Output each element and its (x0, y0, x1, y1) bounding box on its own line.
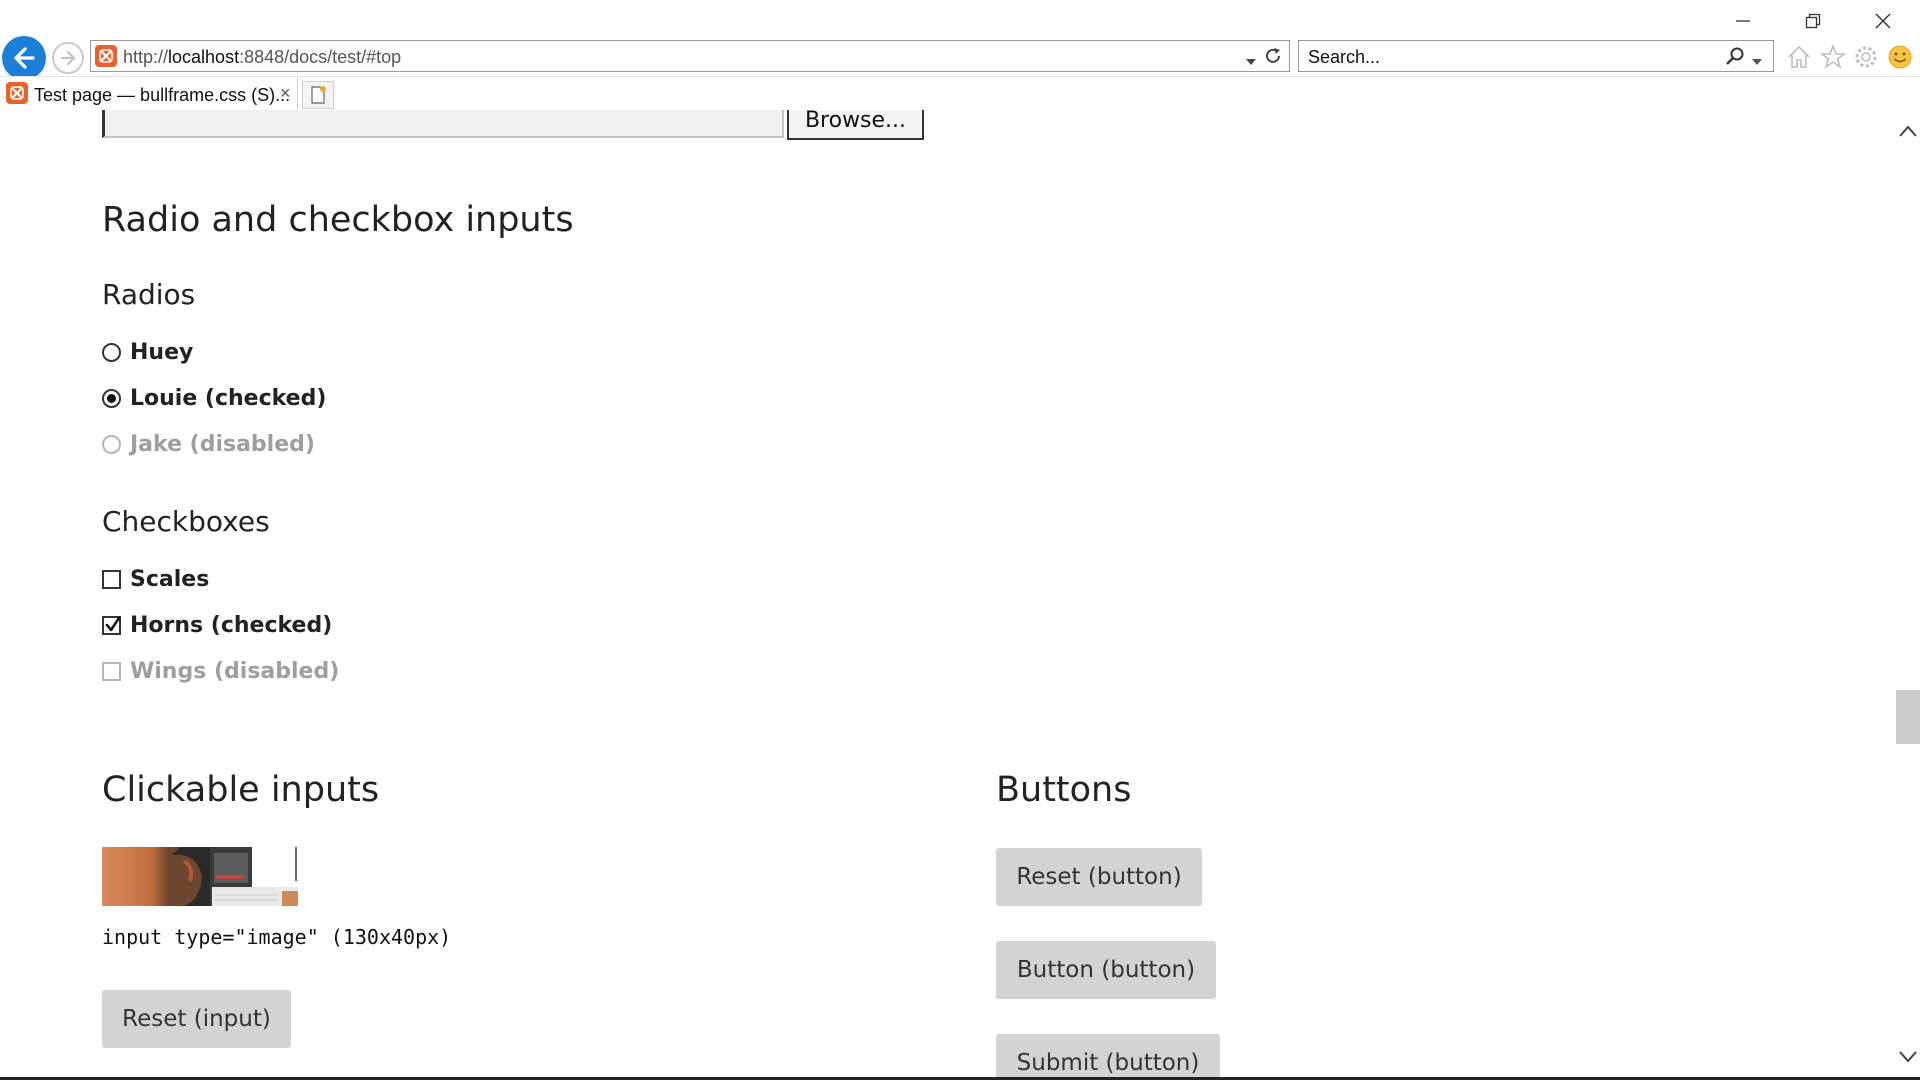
arrow-left-icon (14, 47, 35, 69)
checkmark-icon (105, 616, 121, 631)
address-bar[interactable]: http://localhost:8848/docs/test/#top (90, 40, 1290, 72)
radio-label: Louie (checked) (130, 385, 327, 411)
checkbox-checked[interactable] (102, 615, 121, 635)
radio-button-disabled (102, 434, 121, 454)
refresh-icon[interactable] (1263, 46, 1283, 71)
search-dropdown-icon[interactable] (1751, 53, 1763, 71)
tab-active[interactable]: Test page — bullframe.css (S)... × (0, 77, 298, 111)
back-button[interactable] (2, 36, 46, 80)
site-favicon-icon (95, 45, 117, 67)
checkbox-label: Scales (130, 566, 210, 592)
checkbox-horns[interactable]: Horns (checked) (102, 611, 332, 639)
scrollbar-thumb[interactable] (1896, 690, 1920, 744)
radio-jake: Jake (disabled) (102, 430, 315, 458)
feedback-smiley-icon[interactable] (1885, 42, 1915, 72)
forward-button[interactable] (52, 42, 84, 74)
tab-title: Test page — bullframe.css (S)... (34, 85, 291, 105)
search-icon[interactable] (1725, 46, 1745, 71)
radio-checkbox-heading: Radio and checkbox inputs (102, 200, 574, 240)
button-button[interactable]: Button (button) (996, 941, 1216, 999)
browse-button[interactable]: Browse... (787, 110, 924, 140)
favorites-star-icon[interactable] (1818, 42, 1848, 72)
checkbox-disabled (102, 661, 121, 681)
reset-button[interactable]: Reset (button) (996, 848, 1202, 906)
radios-heading: Radios (102, 278, 196, 311)
radio-button[interactable] (102, 342, 121, 362)
search-box[interactable]: Search... (1298, 40, 1774, 72)
restore-icon[interactable] (1790, 8, 1836, 34)
checkbox-scales[interactable]: Scales (102, 565, 209, 593)
radio-label: Huey (130, 339, 194, 365)
scroll-down-icon[interactable] (1898, 1050, 1918, 1064)
home-icon[interactable] (1784, 42, 1814, 72)
radio-button-checked[interactable] (102, 388, 121, 408)
arrow-right-icon (61, 51, 75, 65)
settings-gear-icon[interactable] (1851, 42, 1881, 72)
vertical-scrollbar[interactable] (1894, 110, 1920, 1080)
checkbox-label: Horns (checked) (130, 612, 333, 638)
search-input[interactable]: Search... (1308, 47, 1380, 68)
browser-chrome: http://localhost:8848/docs/test/#top Sea… (0, 0, 1920, 111)
radio-huey[interactable]: Huey (102, 338, 193, 366)
new-tab-icon (311, 86, 326, 104)
close-window-icon[interactable] (1860, 8, 1906, 34)
scroll-up-icon[interactable] (1898, 124, 1918, 138)
image-input[interactable] (102, 847, 298, 906)
radio-louie[interactable]: Louie (checked) (102, 384, 326, 412)
buttons-heading: Buttons (996, 770, 1132, 810)
radio-label: Jake (disabled) (130, 431, 315, 457)
checkbox[interactable] (102, 569, 121, 589)
file-input-field[interactable] (102, 110, 784, 138)
reset-input-button[interactable]: Reset (input) (102, 990, 291, 1048)
new-tab-button[interactable] (302, 81, 334, 109)
tab-bar: Test page — bullframe.css (S)... × (0, 76, 1920, 111)
minimize-icon[interactable] (1720, 8, 1766, 34)
address-url[interactable]: http://localhost:8848/docs/test/#top (123, 47, 401, 68)
checkboxes-heading: Checkboxes (102, 505, 270, 538)
tab-close-icon[interactable]: × (280, 83, 291, 104)
submit-button[interactable]: Submit (button) (996, 1034, 1220, 1078)
page-viewport: Browse... Radio and checkbox inputs Radi… (0, 110, 1894, 1078)
checkbox-label: Wings (disabled) (130, 658, 340, 684)
tab-favicon-icon (6, 82, 28, 104)
clickable-inputs-heading: Clickable inputs (102, 770, 380, 810)
checkbox-wings: Wings (disabled) (102, 657, 339, 685)
address-dropdown-icon[interactable] (1245, 53, 1257, 71)
image-input-caption: input type="image" (130x40px) (102, 925, 452, 949)
image-input-picture (102, 847, 298, 906)
